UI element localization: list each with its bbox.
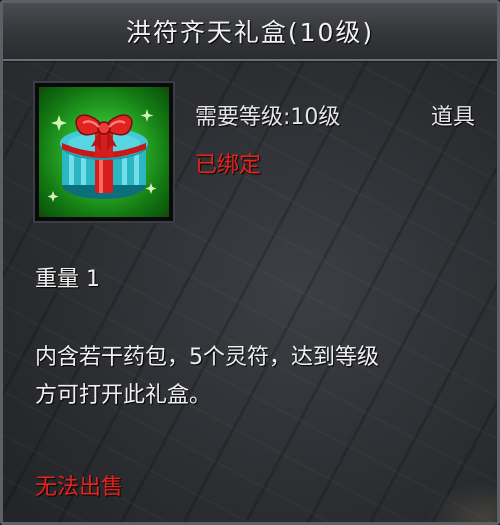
required-level: 需要等级:10级 xyxy=(195,105,341,130)
description-line: 内含若干药包，5个灵符，达到等级 xyxy=(35,345,379,370)
item-title: 洪符齐天礼盒(10级) xyxy=(125,18,375,47)
description-line: 方可打开此礼盒。 xyxy=(35,383,212,408)
item-description: 内含若干药包，5个灵符，达到等级 方可打开此礼盒。 xyxy=(35,339,475,415)
corner-decoration xyxy=(427,482,497,522)
bound-status: 已绑定 xyxy=(195,153,262,178)
tooltip-header: 洪符齐天礼盒(10级) xyxy=(3,3,497,61)
gift-box-icon xyxy=(33,81,175,223)
item-tooltip: 洪符齐天礼盒(10级) 需要等级:10级 道具 已绑定 重量 1 内含若干药包，… xyxy=(0,0,500,525)
item-type: 道具 xyxy=(430,105,475,130)
sell-status: 无法出售 xyxy=(35,475,124,500)
item-weight: 重量 1 xyxy=(35,267,100,292)
